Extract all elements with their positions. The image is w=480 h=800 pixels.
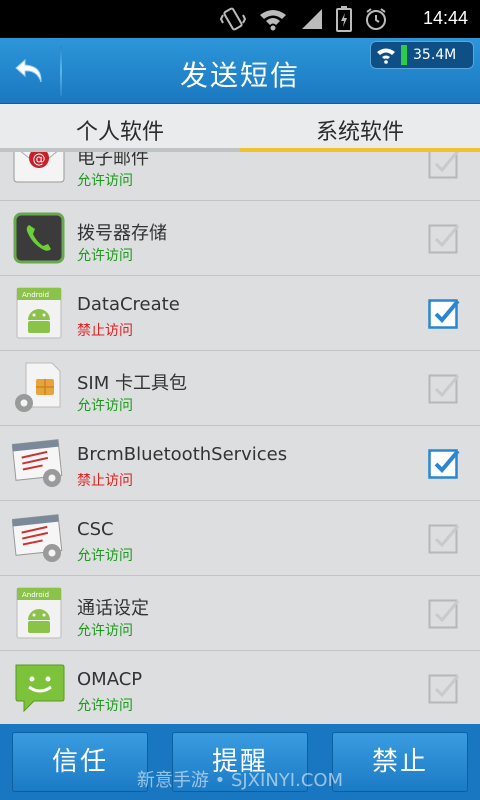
tab-personal-apps[interactable]: 个人软件 <box>0 104 240 152</box>
android-icon: Android <box>12 586 66 640</box>
app-name: 电子邮件 <box>77 152 149 169</box>
access-status: 允许访问 <box>77 623 133 639</box>
app-name: 通话设定 <box>77 598 149 619</box>
sim-icon <box>12 361 66 415</box>
status-icons <box>220 6 388 32</box>
system-window-icon <box>11 436 66 490</box>
app-list[interactable]: @ 电子邮件 允许访问 拨号器存储 允许访问 Android DataCreate 禁止访问 S… <box>0 152 480 724</box>
alarm-icon <box>366 8 386 30</box>
system-window-icon <box>11 511 66 565</box>
app-row[interactable]: BrcmBluetoothServices 禁止访问 <box>0 426 480 501</box>
tab-bar: 个人软件 系统软件 <box>0 104 480 152</box>
app-name: BrcmBluetoothServices <box>77 444 288 465</box>
vibrate-icon <box>220 7 246 31</box>
checkbox-unchecked[interactable] <box>428 522 460 554</box>
app-name: CSC <box>77 519 114 540</box>
app-row[interactable]: Android 通话设定允许访问 <box>0 576 480 651</box>
tab-system-apps[interactable]: 系统软件 <box>240 104 480 152</box>
battery-charging-icon <box>336 6 352 32</box>
checkbox-unchecked[interactable] <box>428 672 460 704</box>
access-status: 允许访问 <box>77 698 133 714</box>
access-status: 允许访问 <box>77 248 133 264</box>
svg-text:Android: Android <box>22 291 49 299</box>
access-status: 允许访问 <box>77 548 133 564</box>
app-row[interactable]: CSC 允许访问 <box>0 501 480 576</box>
cell-signal-icon <box>302 9 322 29</box>
status-bar: 14:44 <box>0 0 480 38</box>
app-row[interactable]: Android DataCreate 禁止访问 <box>0 276 480 351</box>
watermark: 新意手游 • SJXINYI.COM <box>136 770 344 791</box>
tab-label: 个人软件 <box>75 120 164 145</box>
app-row[interactable]: SIM 卡工具包允许访问 <box>0 351 480 426</box>
svg-text:Android: Android <box>22 591 49 599</box>
access-status: 禁止访问 <box>77 323 133 339</box>
checkbox-unchecked[interactable] <box>428 152 460 179</box>
checkbox-checked[interactable] <box>428 297 460 329</box>
phone-icon <box>12 211 66 265</box>
svg-text:@: @ <box>33 152 46 167</box>
checkbox-unchecked[interactable] <box>428 597 460 629</box>
app-row[interactable]: OMACP 允许访问 <box>0 651 480 724</box>
tab-label: 系统软件 <box>315 120 404 145</box>
network-speed-value: 35.4M <box>413 47 457 63</box>
app-name: 拨号器存储 <box>77 223 167 244</box>
email-icon: @ <box>12 152 66 190</box>
wifi-icon <box>377 48 395 64</box>
android-icon: Android <box>12 286 66 340</box>
checkbox-unchecked[interactable] <box>428 372 460 404</box>
access-status: 允许访问 <box>77 173 133 189</box>
checkbox-unchecked[interactable] <box>428 222 460 254</box>
app-name: DataCreate <box>77 294 180 315</box>
app-row[interactable]: @ 电子邮件允许访问 <box>0 152 480 201</box>
checkbox-checked[interactable] <box>428 447 460 479</box>
message-icon <box>12 661 66 715</box>
app-name: OMACP <box>77 669 143 690</box>
speed-gauge <box>401 45 407 65</box>
access-status: 禁止访问 <box>77 473 133 489</box>
title-bar: 发送短信 35.4M <box>0 38 480 104</box>
access-status: 允许访问 <box>77 398 133 414</box>
app-name: SIM 卡工具包 <box>77 373 187 394</box>
status-clock: 14:44 <box>422 8 468 28</box>
wifi-signal-icon <box>260 10 286 31</box>
network-speed-badge: 35.4M <box>370 41 474 69</box>
app-row[interactable]: 拨号器存储 允许访问 <box>0 201 480 276</box>
